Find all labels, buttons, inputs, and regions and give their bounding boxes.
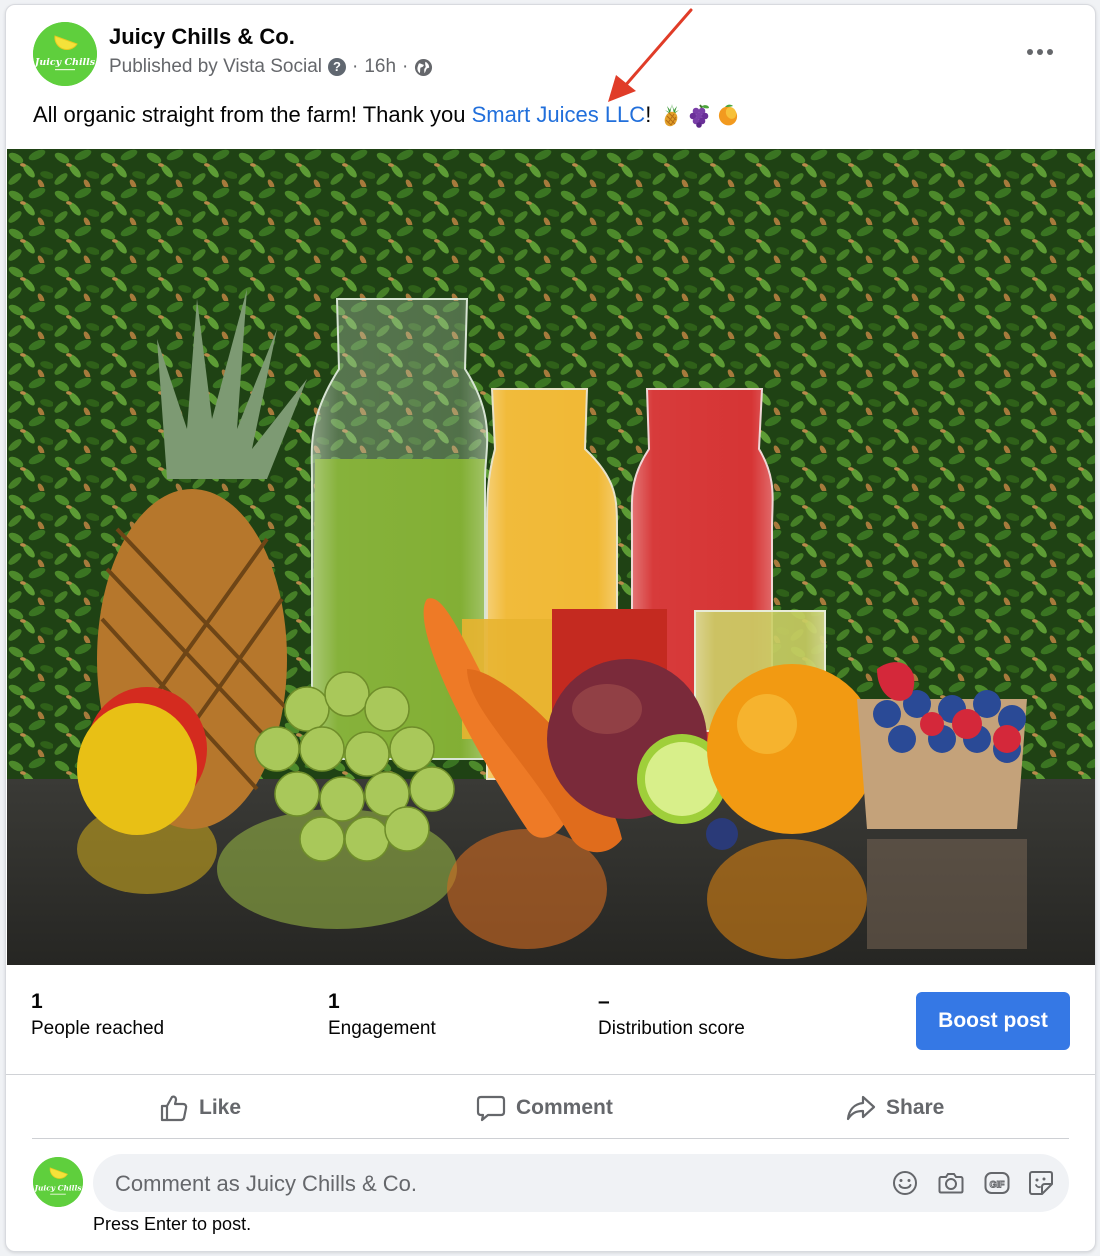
- share-button[interactable]: Share: [846, 1085, 944, 1131]
- post-time[interactable]: 16h: [364, 56, 396, 78]
- stat-distribution-score[interactable]: – Distribution score: [598, 990, 745, 1040]
- dot-icon: [1037, 49, 1043, 55]
- dot-icon: [1027, 49, 1033, 55]
- post-image[interactable]: [7, 149, 1095, 965]
- page-avatar[interactable]: Juicy Chills: [33, 22, 97, 86]
- sticker-icon[interactable]: [1027, 1169, 1055, 1197]
- mango-emoji-icon: [719, 104, 738, 126]
- published-by: Published by Vista Social: [109, 56, 322, 77]
- dot-icon: [1047, 49, 1053, 55]
- divider: [32, 1138, 1069, 1139]
- stat-value: 1: [31, 990, 43, 1013]
- like-button[interactable]: Like: [159, 1085, 241, 1131]
- page-name[interactable]: Juicy Chills & Co.: [109, 24, 295, 50]
- stat-value: –: [598, 990, 610, 1013]
- post-card: Juicy Chills Juicy Chills & Co. Publishe…: [5, 4, 1096, 1252]
- help-icon[interactable]: ?: [328, 58, 346, 76]
- comment-input[interactable]: [113, 1154, 877, 1214]
- comment-label: Comment: [516, 1096, 613, 1119]
- logo-text: Juicy Chills: [33, 1184, 82, 1193]
- gif-icon[interactable]: GIF: [983, 1169, 1011, 1197]
- stat-label: Engagement: [328, 1018, 436, 1039]
- caption-emojis: [659, 102, 741, 128]
- commenter-avatar[interactable]: Juicy Chills: [33, 1157, 83, 1207]
- grapes-emoji-icon: [690, 104, 710, 128]
- svg-text:GIF: GIF: [990, 1180, 1006, 1190]
- stat-label: Distribution score: [598, 1018, 745, 1039]
- meta-separator: ·: [402, 56, 409, 77]
- logo-text: Juicy Chills: [33, 57, 96, 68]
- comment-button[interactable]: Comment: [476, 1085, 613, 1131]
- stat-engagement[interactable]: 1 Engagement: [328, 990, 436, 1040]
- juicy-chills-logo: Juicy Chills: [33, 22, 97, 86]
- like-label: Like: [199, 1096, 242, 1119]
- divider: [6, 1074, 1095, 1075]
- caption-text: All organic straight from the farm! Than…: [33, 102, 472, 127]
- comment-icon: [476, 1095, 506, 1122]
- boost-post-button[interactable]: Boost post: [916, 992, 1070, 1050]
- emoji-icon[interactable]: [891, 1169, 919, 1197]
- share-label: Share: [886, 1096, 945, 1119]
- juicy-chills-logo: Juicy Chills: [33, 1157, 83, 1207]
- pineapple-emoji-icon: [665, 104, 680, 127]
- comment-composer: GIF: [93, 1154, 1069, 1214]
- share-icon: [846, 1095, 876, 1121]
- annotation-arrow-icon: [608, 8, 693, 102]
- caption-end: !: [645, 102, 652, 127]
- camera-icon[interactable]: [937, 1169, 965, 1197]
- stat-value: 1: [328, 990, 340, 1013]
- thumbs-up-icon: [160, 1095, 188, 1122]
- meta-separator: ·: [352, 56, 359, 77]
- stat-people-reached[interactable]: 1 People reached: [31, 990, 164, 1040]
- mention-link[interactable]: Smart Juices LLC: [472, 102, 646, 128]
- post-meta: Published by Vista Social ? · 16h ·: [109, 56, 433, 78]
- more-options-button[interactable]: [1020, 37, 1060, 67]
- juice-and-fruits-photo: [7, 149, 1095, 965]
- press-enter-hint: Press Enter to post.: [93, 1214, 252, 1234]
- post-caption: All organic straight from the farm! Than…: [33, 102, 741, 128]
- globe-icon[interactable]: [414, 58, 433, 77]
- stat-label: People reached: [31, 1018, 165, 1039]
